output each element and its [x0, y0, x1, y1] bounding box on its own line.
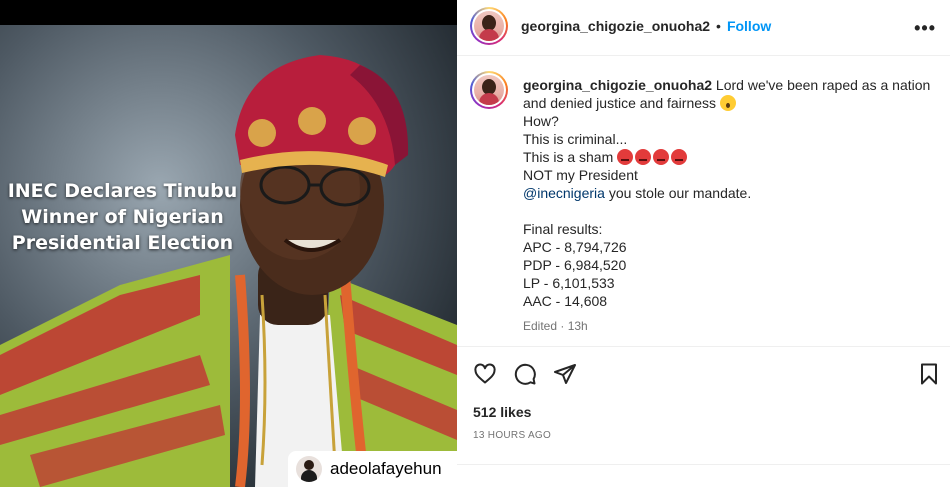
header-username[interactable]: georgina_chigozie_onuoha2 — [521, 18, 710, 34]
caption-line: This is criminal... — [523, 131, 628, 147]
overlay-line: Presidential Election — [11, 232, 234, 254]
caption-username[interactable]: georgina_chigozie_onuoha2 — [523, 77, 712, 93]
caption-text: you stole our mandate. — [608, 185, 752, 201]
more-options-icon[interactable]: ••• — [914, 18, 936, 39]
result-line: AAC - 14,608 — [523, 293, 608, 309]
angry-emoji-icon — [635, 149, 652, 165]
post-header: georgina_chigozie_onuoha2 • Follow ••• — [457, 0, 950, 56]
comment-icon[interactable] — [513, 362, 537, 386]
caption-text: This is a sham — [523, 149, 614, 165]
angry-emoji-icon — [617, 149, 634, 165]
result-line: LP - 6,101,533 — [523, 275, 615, 291]
post-media[interactable]: INEC Declares Tinubu Winner of Nigerian … — [0, 0, 457, 487]
edited-timestamp: Edited · 13h — [523, 319, 588, 333]
result-line: APC - 8,794,726 — [523, 239, 627, 255]
credit-avatar — [296, 456, 322, 482]
overlay-line: INEC Declares Tinubu — [7, 180, 238, 202]
caption-avatar[interactable] — [470, 71, 508, 109]
post-photo — [0, 25, 457, 487]
media-top-bar — [0, 0, 457, 25]
share-icon[interactable] — [553, 362, 577, 386]
separator-dot: • — [716, 18, 721, 34]
results-title: Final results: — [523, 221, 603, 237]
post-sidebar: georgina_chigozie_onuoha2 • Follow ••• g… — [457, 0, 950, 487]
mention-link[interactable]: @inecnigeria — [523, 185, 605, 201]
post-time-ago: 13 HOURS AGO — [473, 430, 552, 441]
caption: georgina_chigozie_onuoha2 Lord we've bee… — [457, 57, 950, 347]
caption-line: NOT my President — [523, 167, 638, 183]
caption-line: How? — [523, 113, 559, 129]
action-bar: 512 likes 13 HOURS AGO — [457, 348, 950, 468]
angry-emoji-icon — [671, 149, 688, 165]
caption-text: Lord we've been raped as a nation — [715, 77, 931, 93]
result-line: PDP - 6,984,520 — [523, 257, 627, 273]
caption-body: georgina_chigozie_onuoha2 Lord we've bee… — [523, 76, 943, 335]
avatar[interactable] — [470, 7, 508, 45]
angry-emoji-icon — [653, 149, 670, 165]
credit-username: adeolafayehun — [330, 459, 442, 478]
follow-button[interactable]: Follow — [727, 18, 771, 34]
heart-icon[interactable] — [473, 362, 497, 386]
caption-text: and denied justice and fairness — [523, 95, 717, 111]
overlay-line: Winner of Nigerian — [21, 206, 224, 228]
photo-credit[interactable]: adeolafayehun — [288, 451, 457, 487]
likes-count[interactable]: 512 likes — [473, 404, 531, 420]
bookmark-icon[interactable] — [917, 362, 941, 386]
astonished-emoji-icon — [719, 95, 736, 111]
comment-bar[interactable] — [457, 464, 950, 487]
post-overlay-text: INEC Declares Tinubu Winner of Nigerian … — [0, 178, 245, 256]
